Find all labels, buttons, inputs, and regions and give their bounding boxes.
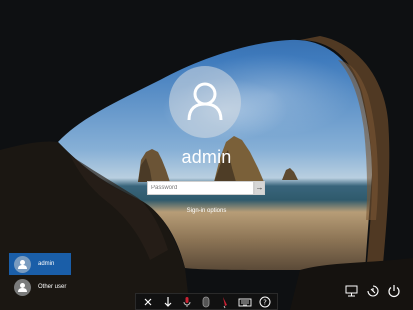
user-tile-other-user[interactable]: Other user [9,276,71,298]
password-input[interactable] [147,181,254,195]
sign-in-options-link[interactable]: Sign-in options [0,208,413,214]
microphone-icon[interactable] [179,295,195,309]
user-icon [18,259,27,269]
submit-button[interactable]: → [254,181,265,195]
system-tray [344,283,404,299]
network-icon[interactable] [344,283,360,299]
user-tile-label: admin [38,261,55,267]
user-avatar-large [169,66,241,138]
pen-icon[interactable] [217,295,233,309]
user-tile-label: Other user [38,284,67,290]
close-icon[interactable] [140,295,156,309]
arrow-right-icon: → [255,183,264,192]
arrow-down-icon[interactable] [160,295,176,309]
user-tile-admin[interactable]: admin [9,253,71,275]
user-icon [18,282,27,292]
user-switcher: admin Other user [9,253,71,299]
mouse-icon[interactable] [198,295,214,309]
user-avatar-small [14,278,31,296]
svg-text:?: ? [263,299,267,307]
user-avatar-small [14,255,31,273]
username-title: admin [181,147,232,167]
ease-of-access-icon[interactable] [365,283,381,299]
keyboard-icon[interactable] [237,295,253,309]
user-icon [187,82,223,121]
remote-toolbar: ? [135,293,278,310]
power-icon[interactable] [386,283,402,299]
help-icon[interactable]: ? [257,295,273,309]
password-box: → [147,181,265,195]
